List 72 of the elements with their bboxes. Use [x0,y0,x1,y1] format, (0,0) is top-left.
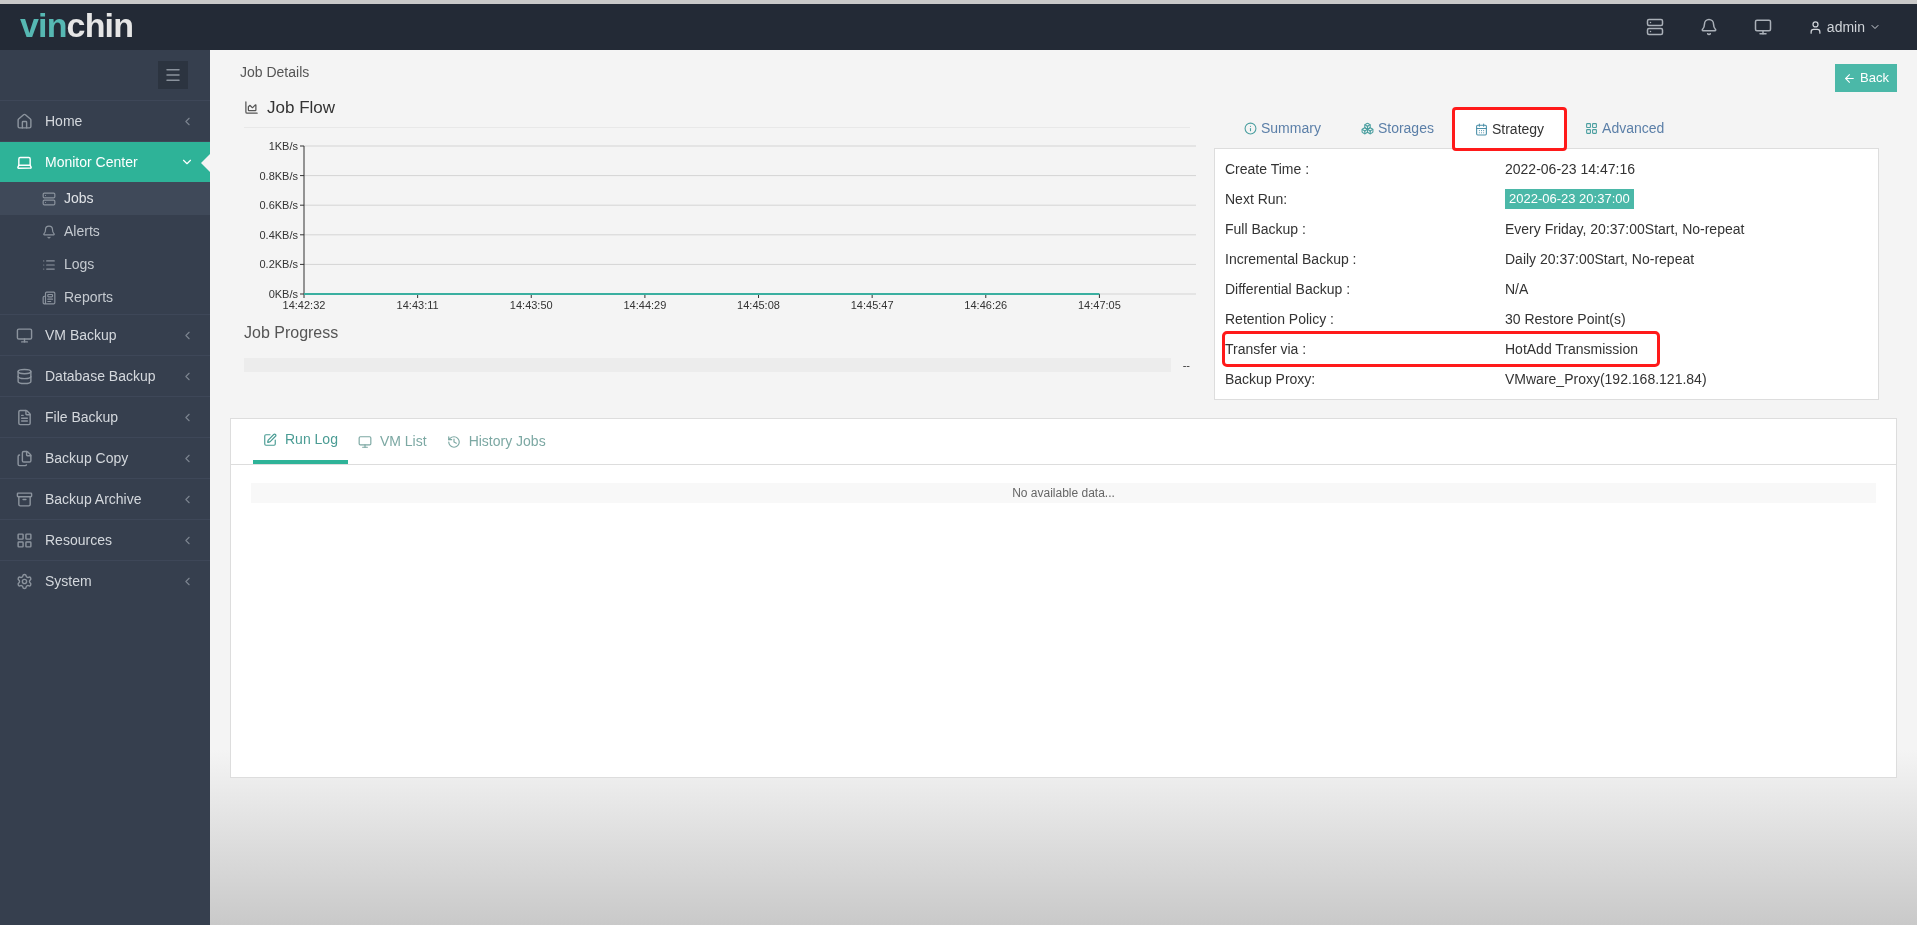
section-title: Job Flow [267,96,336,119]
progress-reading: -- [1182,358,1190,373]
nav-icon [16,408,33,426]
field-label: Differential Backup : [1225,279,1352,299]
tab[interactable]: Advanced [1565,108,1685,148]
nav-icon [42,224,56,239]
x-tick-label: 14:46:26 [964,299,1008,311]
nav-subitem[interactable]: Logs [0,248,210,281]
nav-subitem[interactable]: Alerts [0,215,210,248]
next-run-badge: 2022-06-23 20:37:00 [1505,189,1634,209]
nav-icon [16,367,33,385]
x-tick-label: 14:45:47 [850,299,894,311]
logo: vinchin [20,8,134,46]
field-label: Create Time : [1225,159,1311,179]
tab-icon [263,432,277,447]
y-tick-label: 1KB/s [268,140,298,152]
tab-icon [1244,121,1257,135]
tab-icon [1474,123,1488,136]
field-value: N/A [1505,279,1529,299]
y-tick-label: 0.2KB/s [259,258,298,271]
y-tick-label: 0.6KB/s [259,199,298,212]
menu-button[interactable] [158,61,188,89]
tab-icon [446,434,461,449]
nav-icon [16,326,33,344]
field-label: Incremental Backup : [1225,249,1358,269]
nav-subitem[interactable]: Reports [0,281,210,314]
field-label: Retention Policy : [1225,309,1335,329]
y-tick-label: 0KB/s [268,288,298,300]
y-tick-label: 0.8KB/s [259,169,298,182]
arrow-left-icon [1843,71,1857,85]
x-tick-label: 14:43:50 [509,299,553,311]
field-value: Daily 20:37:00Start, No-repeat [1505,249,1695,269]
y-tick-label: 0.4KB/s [259,228,298,241]
tab[interactable]: Summary [1224,108,1341,148]
nav-subitem[interactable]: Jobs [0,182,210,215]
tab[interactable]: Storages [1340,108,1454,148]
field-value: VMware_Proxy(192.168.121.84) [1505,369,1707,389]
user-menu[interactable]: admin [1807,16,1881,38]
field-value: 2022-06-23 14:47:16 [1505,159,1635,179]
field-value: 30 Restore Point(s) [1505,309,1626,329]
nav-icon [42,257,56,272]
section-title: Job Progress [244,323,340,343]
nav-icon [16,531,33,549]
nav-icon [16,449,33,467]
area-chart-icon [244,100,259,115]
nav-icon [16,572,33,590]
x-tick-label: 14:44:29 [623,299,667,311]
field-value: Every Friday, 20:37:00Start, No-repeat [1505,219,1745,239]
x-tick-label: 14:42:32 [282,299,326,311]
x-tick-label: 14:47:05 [1078,299,1121,311]
nav-icon [42,290,56,305]
nav-icon [16,490,33,508]
nav-icon [42,191,56,206]
field-label: Transfer via : [1225,339,1308,359]
tab[interactable]: Strategy [1453,109,1566,149]
server-icon[interactable] [1645,18,1664,36]
field-value: HotAdd Transmission [1505,339,1639,359]
x-tick-label: 14:45:08 [737,299,780,311]
field-label: Next Run: [1225,189,1289,209]
field-label: Backup Proxy: [1225,369,1317,389]
user-icon [1807,19,1823,35]
tab-icon [1585,121,1599,135]
x-tick-label: 14:43:11 [396,299,439,311]
page-title: Job Details [240,63,310,82]
empty-message: No available data... [251,483,1876,503]
field-label: Full Backup : [1225,219,1307,239]
notification-icon[interactable] [1699,18,1718,36]
nav-icon [16,112,33,130]
tab-icon [1360,121,1374,135]
tab-icon [357,434,372,449]
menu-icon [164,66,182,84]
monitor-icon[interactable] [1753,18,1772,36]
